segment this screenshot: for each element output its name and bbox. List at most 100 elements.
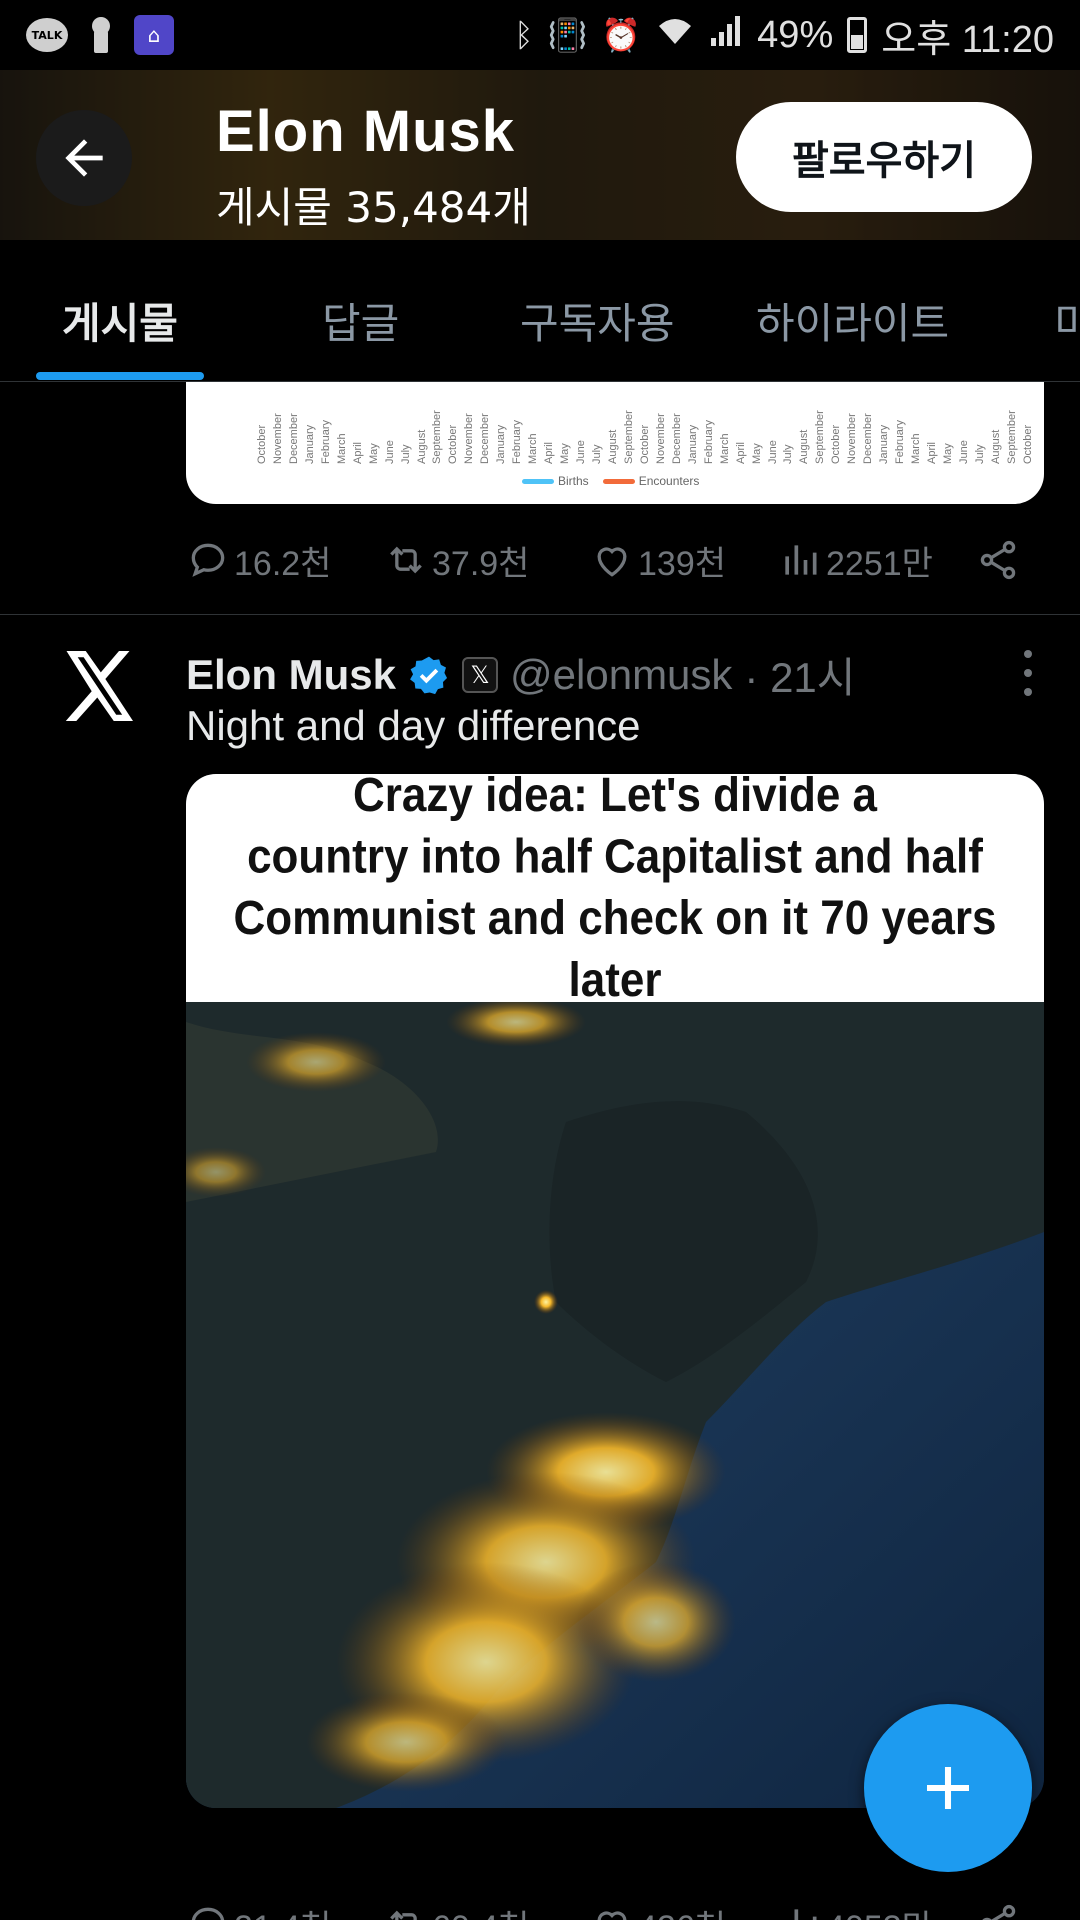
tab-posts[interactable]: 게시물 <box>62 290 178 351</box>
battery-percent: 49% <box>757 13 834 56</box>
views-button[interactable]: 2251만 <box>778 536 933 585</box>
post-actions: 16.2천 37.9천 139천 2251만 <box>186 530 1026 590</box>
chart-month-label: December <box>862 413 875 464</box>
vibrate-mute-icon: 📳 <box>547 17 588 53</box>
post-actions: 21.4천 60.4천 426천 4053만 <box>186 1894 1026 1920</box>
bar-chart-icon <box>785 545 817 575</box>
compose-post-button[interactable] <box>864 1704 1032 1872</box>
author-handle[interactable]: @elonmusk <box>510 651 732 699</box>
chart-month-label: November <box>654 413 667 464</box>
chart-month-label: April <box>351 441 364 464</box>
legend-births: Births <box>522 474 589 488</box>
repost-icon <box>390 546 422 574</box>
views-button[interactable]: 4053만 <box>778 1900 933 1920</box>
like-button[interactable]: 426천 <box>590 1900 726 1920</box>
chart-month-label: July <box>591 444 604 464</box>
active-tab-indicator <box>36 372 204 380</box>
like-button[interactable]: 139천 <box>590 536 726 585</box>
heart-icon <box>597 547 627 577</box>
more-options-icon[interactable] <box>1022 650 1034 696</box>
status-bar: TALK ⌂ ᛒ 📳 ⏰ 49% 오후 11:20 <box>0 0 1080 70</box>
x-logo-avatar[interactable] <box>56 644 140 728</box>
korea-night-satellite-image <box>186 1002 1044 1808</box>
chart-month-label: January <box>303 424 316 464</box>
chart-month-label: January <box>686 424 699 464</box>
reply-button[interactable]: 16.2천 <box>186 536 331 585</box>
post-image-chart[interactable]: October November December January February Ma… <box>186 382 1044 504</box>
chart-month-label: June <box>383 440 396 464</box>
post-header: Elon Musk 𝕏 @elonmusk · 21시 <box>186 644 855 705</box>
chart-month-label: September <box>431 410 444 464</box>
affiliate-badge-icon: 𝕏 <box>462 656 499 693</box>
follow-button[interactable]: 팔로우하기 <box>736 102 1032 212</box>
keyhole-icon <box>90 17 112 53</box>
kakaotalk-icon: TALK <box>26 18 68 52</box>
signal-icon <box>709 14 743 56</box>
reply-icon <box>191 543 225 577</box>
wifi-icon <box>655 14 695 56</box>
reply-icon <box>191 1907 225 1920</box>
chart-month-label: July <box>973 444 986 464</box>
chart-month-label: January <box>878 424 891 464</box>
chart-month-label: September <box>814 410 827 464</box>
tab-media[interactable]: 미 <box>1054 290 1080 351</box>
repost-button[interactable]: 37.9천 <box>384 536 529 585</box>
profile-header: Elon Musk 게시물 35,484개 팔로우하기 <box>0 70 1080 240</box>
clock: 오후 11:20 <box>881 18 1054 61</box>
tab-replies[interactable]: 답글 <box>322 290 399 351</box>
share-icon <box>982 1904 1016 1920</box>
chart-month-label: May <box>750 443 763 464</box>
chart-month-label: December <box>670 413 683 464</box>
chart-month-label: February <box>702 419 715 464</box>
author-name[interactable]: Elon Musk <box>186 651 396 699</box>
chart-month-label: February <box>511 419 524 464</box>
chart-month-label: May <box>559 443 572 464</box>
chart-month-label: February <box>894 419 907 464</box>
chart-month-label: February <box>319 419 332 464</box>
chart-month-label: June <box>575 440 588 464</box>
chart-month-label: November <box>271 413 284 464</box>
post-divider <box>0 614 1080 615</box>
chart-month-label: May <box>941 443 954 464</box>
chart-month-label: September <box>622 410 635 464</box>
share-button[interactable] <box>976 1902 1020 1920</box>
reply-button[interactable]: 21.4천 <box>186 1900 331 1920</box>
back-button[interactable] <box>36 110 132 206</box>
chart-month-label: March <box>335 433 348 464</box>
chart-month-label: June <box>766 440 779 464</box>
chart-month-label: August <box>415 429 428 464</box>
chart-month-label: August <box>606 429 619 464</box>
verified-badge-icon <box>410 656 448 694</box>
chart-month-label: March <box>718 433 731 464</box>
chart-month-label: March <box>910 433 923 464</box>
chart-month-label: November <box>846 413 859 464</box>
chart-month-label: December <box>479 413 492 464</box>
profile-name: Elon Musk <box>216 99 516 164</box>
chart-month-label: April <box>543 441 556 464</box>
chart-legend: Births Encounters <box>522 474 699 488</box>
post-count: 게시물 35,484개 <box>216 183 531 232</box>
timeline[interactable]: October November December January February Ma… <box>0 382 1080 1920</box>
chart-month-label: October <box>1021 424 1034 464</box>
post-text: Night and day difference <box>186 702 641 749</box>
chart-x-axis-labels: October November December January February Ma… <box>256 382 1036 464</box>
chart-month-label: April <box>734 441 747 464</box>
repost-icon <box>390 1910 417 1920</box>
plus-icon <box>927 1767 969 1809</box>
chart-month-label: December <box>287 413 300 464</box>
arrow-left-icon <box>65 139 103 177</box>
battery-icon <box>847 17 868 53</box>
chart-month-label: May <box>367 443 380 464</box>
heart-icon <box>597 1911 627 1920</box>
chart-month-label: October <box>447 424 460 464</box>
share-button[interactable] <box>976 538 1020 582</box>
post-image[interactable]: Crazy idea: Let's divide a country into … <box>186 774 1044 1808</box>
home-app-icon: ⌂ <box>134 15 174 55</box>
chart-month-label: September <box>1005 410 1018 464</box>
tab-highlights[interactable]: 하이라이트 <box>756 290 949 351</box>
post-time: · 21시 <box>744 654 856 701</box>
tab-subscriptions[interactable]: 구독자용 <box>520 290 675 351</box>
chart-month-label: August <box>989 429 1002 464</box>
repost-button[interactable]: 60.4천 <box>384 1900 529 1920</box>
chart-month-label: January <box>495 424 508 464</box>
